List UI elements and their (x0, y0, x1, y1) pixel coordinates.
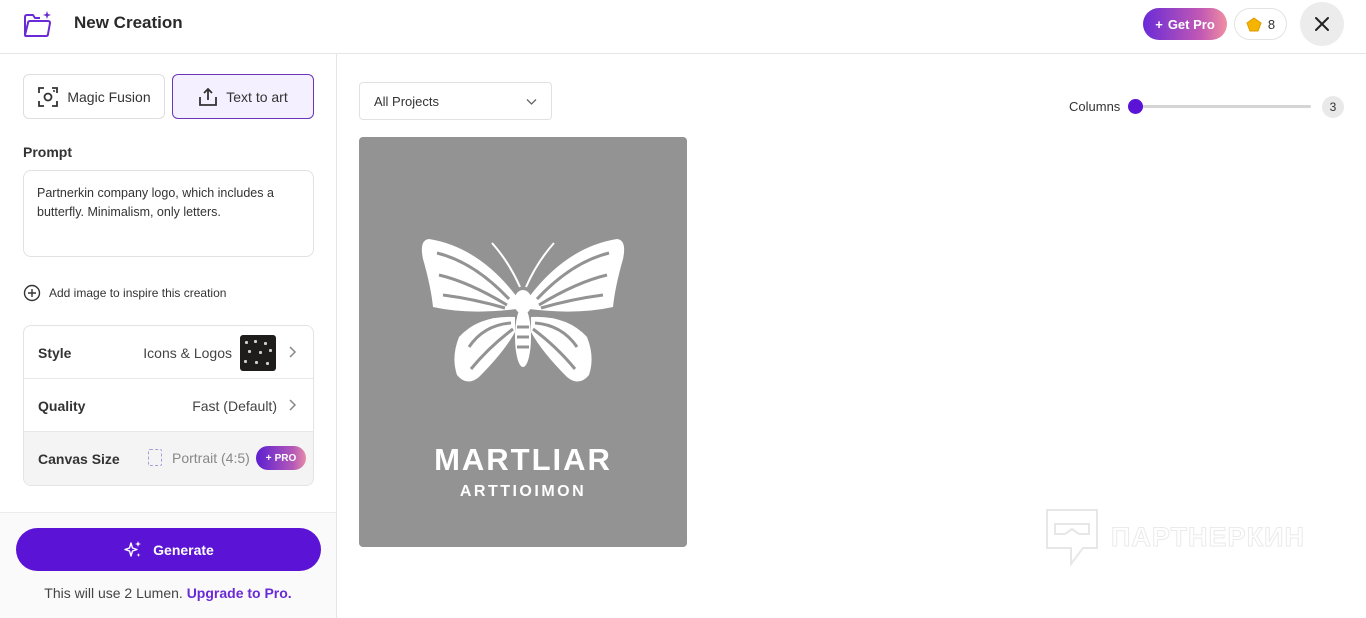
quality-setting-row[interactable]: Quality Fast (Default) (24, 379, 313, 432)
plus-icon: + (265, 452, 272, 464)
sparkles-icon (124, 540, 142, 557)
generate-label: Generate (153, 541, 214, 558)
style-label: Style (38, 345, 72, 361)
chevron-right-icon (289, 346, 297, 358)
columns-slider-track[interactable] (1135, 105, 1311, 108)
artwork-brand-text: MARTLIAR (434, 442, 612, 477)
style-thumbnail (240, 335, 276, 371)
lumen-balance[interactable]: 8 (1234, 8, 1287, 40)
usage-note: This will use 2 Lumen. Upgrade to Pro. (0, 585, 336, 601)
columns-count: 3 (1322, 96, 1344, 118)
project-filter-dropdown[interactable]: All Projects (359, 82, 552, 120)
close-button[interactable] (1300, 2, 1344, 46)
upload-tray-icon (199, 87, 218, 106)
quality-value: Fast (Default) (192, 398, 277, 414)
usage-text: This will use 2 Lumen. (44, 585, 183, 601)
canvas-size-value: Portrait (4:5) (148, 449, 250, 466)
style-setting-row[interactable]: Style Icons & Logos (24, 326, 313, 379)
lumen-count: 8 (1267, 16, 1276, 32)
mode-text-to-art-button[interactable]: Text to art (172, 74, 314, 119)
project-filter-value: All Projects (374, 94, 440, 109)
lumen-gem-icon (1246, 16, 1262, 31)
magic-fusion-icon (38, 86, 59, 107)
get-pro-button[interactable]: + Get Pro (1143, 8, 1227, 40)
upgrade-link[interactable]: Upgrade to Pro. (187, 585, 292, 601)
quality-label: Quality (38, 398, 86, 414)
watermark: ПАРТНЕРКИН (1045, 508, 1305, 566)
plus-circle-icon (23, 284, 41, 302)
mode-label: Text to art (226, 88, 288, 105)
prompt-label: Prompt (23, 144, 72, 160)
page-title: New Creation (74, 13, 183, 32)
generated-artwork[interactable]: MARTLIAR ARTTIOIMON (359, 137, 687, 547)
get-pro-label: Get Pro (1167, 16, 1215, 32)
prompt-textarea[interactable]: Partnerkin company logo, which includes … (23, 170, 314, 257)
mode-label: Magic Fusion (67, 88, 151, 105)
canvas-size-label: Canvas Size (38, 451, 120, 467)
columns-label: Columns (1069, 99, 1121, 114)
canvas-size-text: Portrait (4:5) (172, 449, 250, 466)
generate-section: Generate This will use 2 Lumen. Upgrade … (0, 512, 336, 618)
pro-badge[interactable]: + PRO (256, 446, 306, 470)
generate-button[interactable]: Generate (16, 528, 321, 571)
columns-slider-handle[interactable] (1128, 99, 1143, 114)
settings-list: Style Icons & Logos Quality Fast (Defaul… (23, 325, 314, 486)
folder-sparkle-icon (24, 11, 51, 37)
butterfly-logo-image (421, 239, 625, 382)
pro-badge-label: PRO (274, 452, 297, 464)
style-value: Icons & Logos (143, 345, 232, 361)
close-icon (1315, 17, 1329, 31)
creation-panel: Magic Fusion Text to art Prompt Partnerk… (0, 54, 337, 618)
portrait-frame-icon (148, 449, 162, 466)
chevron-down-icon (526, 99, 537, 105)
watermark-text: ПАРТНЕРКИН (1111, 521, 1305, 552)
top-bar: New Creation + Get Pro 8 (0, 0, 1366, 54)
canvas-size-setting-row[interactable]: Canvas Size Portrait (4:5) + PRO (24, 432, 313, 485)
watermark-logo-icon (1046, 509, 1098, 566)
artwork-sub-text: ARTTIOIMON (459, 483, 587, 500)
mode-magic-fusion-button[interactable]: Magic Fusion (23, 74, 165, 119)
add-image-button[interactable]: Add image to inspire this creation (23, 284, 226, 302)
add-image-label: Add image to inspire this creation (49, 286, 227, 300)
plus-icon: + (1155, 16, 1163, 32)
chevron-right-icon (289, 399, 297, 411)
